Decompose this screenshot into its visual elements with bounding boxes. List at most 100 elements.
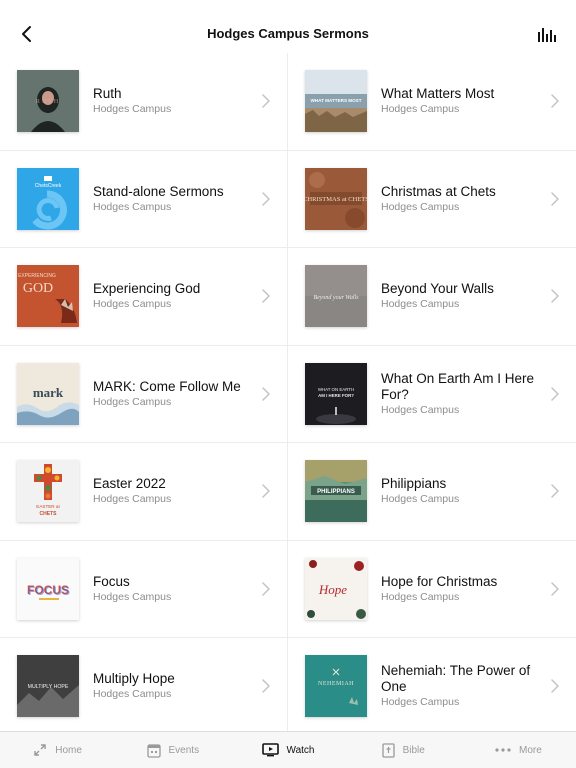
series-card[interactable]: FOCUS FOCUS Focus Hodges Campus bbox=[0, 540, 288, 638]
tab-label: Watch bbox=[286, 744, 315, 756]
series-subtitle: Hodges Campus bbox=[93, 200, 172, 213]
bible-icon bbox=[381, 742, 395, 758]
tv-icon bbox=[261, 743, 279, 757]
focus-art: FOCUS FOCUS bbox=[17, 557, 79, 620]
series-subtitle: Hodges Campus bbox=[381, 403, 460, 416]
what-on-earth-art: WHAT ON EARTH AM I HERE FOR? bbox=[305, 362, 367, 425]
chevron-right-icon bbox=[551, 581, 559, 596]
series-card[interactable]: ChetsCreek Stand-alone Sermons Hodges Ca… bbox=[0, 150, 288, 248]
series-title: Christmas at Chets bbox=[381, 183, 496, 199]
series-subtitle: Hodges Campus bbox=[381, 103, 460, 116]
chevron-right-icon bbox=[262, 679, 270, 693]
chevron-right-icon bbox=[551, 289, 559, 303]
philippians-art: PHILIPPIANS bbox=[305, 460, 367, 522]
series-card[interactable]: Beyond your Walls Beyond Your Walls Hodg… bbox=[288, 248, 576, 346]
art-text: Hope bbox=[318, 582, 347, 597]
art-text: WHAT ON EARTH bbox=[318, 387, 354, 392]
tab-home[interactable]: Home bbox=[0, 732, 115, 768]
tab-label: Bible bbox=[402, 744, 425, 756]
series-card[interactable]: MULTIPLY HOPE Multiply Hope Hodges Campu… bbox=[0, 638, 288, 731]
svg-text:FOCUS: FOCUS bbox=[28, 584, 70, 598]
art-text: CHRISTMAS at CHETS bbox=[305, 196, 367, 203]
chevron-right-icon bbox=[262, 94, 270, 108]
art-text-2: AM I HERE FOR? bbox=[318, 393, 354, 398]
series-title: Multiply Hope bbox=[93, 671, 175, 687]
series-title: Nehemiah: The Power of One bbox=[381, 663, 531, 695]
what-matters-most-art: WHAT MATTERS MOST bbox=[305, 70, 367, 132]
chets-creek-logo-art: ChetsCreek bbox=[17, 167, 79, 230]
multiply-hope-art: MULTIPLY HOPE bbox=[17, 655, 79, 717]
series-title: What Matters Most bbox=[381, 86, 495, 102]
chevron-right-icon bbox=[262, 581, 270, 596]
series-card[interactable]: NEHEMIAH Nehemiah: The Power of One Hodg… bbox=[288, 638, 576, 731]
audio-levels-button[interactable] bbox=[536, 23, 558, 45]
chevron-right-icon bbox=[551, 484, 559, 498]
art-text: RUTH bbox=[36, 99, 60, 105]
ruth-art: RUTH bbox=[17, 70, 79, 132]
christmas-at-chets-art: CHRISTMAS at CHETS bbox=[305, 167, 367, 230]
art-text: PHILIPPIANS bbox=[317, 489, 355, 495]
tab-label: Events bbox=[168, 744, 200, 756]
art-text: NEHEMIAH bbox=[318, 681, 354, 687]
chevron-right-icon bbox=[551, 94, 559, 108]
back-button[interactable] bbox=[14, 22, 38, 46]
series-subtitle: Hodges Campus bbox=[93, 298, 172, 311]
series-subtitle: Hodges Campus bbox=[93, 590, 172, 603]
art-text: WHAT MATTERS MOST bbox=[310, 98, 361, 103]
tab-more[interactable]: More bbox=[461, 732, 576, 768]
series-card[interactable]: WHAT ON EARTH AM I HERE FOR? What On Ear… bbox=[288, 346, 576, 443]
tab-label: Home bbox=[55, 744, 82, 756]
series-card[interactable]: WHAT MATTERS MOST What Matters Most Hodg… bbox=[288, 53, 576, 151]
chevron-right-icon bbox=[551, 191, 559, 206]
chevron-right-icon bbox=[551, 386, 559, 401]
nehemiah-art: NEHEMIAH bbox=[305, 655, 367, 717]
page-title: Hodges Campus Sermons bbox=[207, 26, 369, 41]
home-icon bbox=[33, 743, 47, 757]
series-subtitle: Hodges Campus bbox=[93, 395, 172, 408]
art-text-2: GOD bbox=[23, 281, 53, 296]
art-text: MULTIPLY HOPE bbox=[28, 684, 69, 690]
chevron-right-icon bbox=[262, 191, 270, 206]
experiencing-god-art: EXPERIENCING GOD bbox=[17, 265, 79, 327]
art-text: mark bbox=[33, 385, 64, 400]
chevron-right-icon bbox=[262, 484, 270, 498]
series-title: What On Earth Am I Here For? bbox=[381, 370, 535, 402]
series-subtitle: Hodges Campus bbox=[381, 200, 460, 213]
series-subtitle: Hodges Campus bbox=[381, 298, 460, 311]
chevron-left-icon bbox=[22, 26, 31, 42]
series-card[interactable]: EASTER at CHETS Easter 2022 Hodges Campu… bbox=[0, 443, 288, 541]
series-subtitle: Hodges Campus bbox=[93, 688, 172, 701]
tab-bar: Home Events Watch Bible More bbox=[0, 731, 576, 768]
series-card[interactable]: EXPERIENCING GOD Experiencing God Hodges… bbox=[0, 248, 288, 346]
series-card[interactable]: PHILIPPIANS Philippians Hodges Campus bbox=[288, 443, 576, 541]
series-card[interactable]: RUTH Ruth Hodges Campus bbox=[0, 53, 288, 151]
more-icon bbox=[495, 748, 511, 752]
chevron-right-icon bbox=[551, 679, 559, 693]
series-title: Beyond Your Walls bbox=[381, 281, 494, 297]
tab-bible[interactable]: Bible bbox=[346, 732, 461, 768]
art-text: Beyond your Walls bbox=[313, 295, 359, 301]
series-subtitle: Hodges Campus bbox=[381, 590, 460, 603]
tab-events[interactable]: Events bbox=[115, 732, 230, 768]
series-title: Stand-alone Sermons bbox=[93, 183, 224, 199]
easter-cross-art: EASTER at CHETS bbox=[17, 460, 79, 522]
series-title: Focus bbox=[93, 573, 130, 589]
series-card[interactable]: CHRISTMAS at CHETS Christmas at Chets Ho… bbox=[288, 151, 576, 248]
audio-levels-icon bbox=[538, 28, 556, 42]
series-title: Experiencing God bbox=[93, 281, 201, 297]
art-text: ChetsCreek bbox=[35, 183, 62, 189]
series-card[interactable]: mark MARK: Come Follow Me Hodges Campus bbox=[0, 345, 288, 443]
series-subtitle: Hodges Campus bbox=[93, 493, 172, 506]
art-text-2: CHETS bbox=[40, 511, 58, 517]
nav-bar: Hodges Campus Sermons bbox=[0, 14, 576, 54]
calendar-icon bbox=[146, 743, 161, 758]
series-subtitle: Hodges Campus bbox=[381, 493, 460, 506]
series-title: Easter 2022 bbox=[93, 476, 166, 492]
series-card[interactable]: Hope Hope for Christmas Hodges Campus bbox=[288, 541, 576, 638]
tab-watch[interactable]: Watch bbox=[230, 732, 345, 768]
series-title: Hope for Christmas bbox=[381, 573, 498, 589]
series-title: MARK: Come Follow Me bbox=[93, 378, 241, 394]
art-text: EXPERIENCING bbox=[18, 273, 56, 279]
chevron-right-icon bbox=[262, 386, 270, 401]
mark-art: mark bbox=[17, 362, 79, 425]
